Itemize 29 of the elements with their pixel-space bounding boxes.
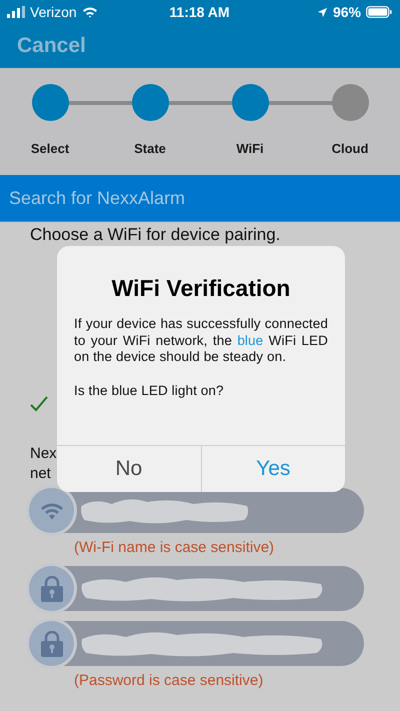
clock-time: 11:18 AM [169, 4, 230, 20]
lock-icon [40, 630, 62, 656]
wifi-icon [82, 6, 98, 18]
cancel-button[interactable]: Cancel [17, 34, 86, 58]
dialog-button[interactable]: Yes [200, 446, 345, 492]
section-heading: Choose a WiFi for device pairing. [30, 225, 282, 244]
battery-icon [366, 6, 392, 18]
input-field[interactable] [30, 621, 364, 666]
signal-icon [7, 6, 25, 18]
location-arrow-icon [316, 6, 328, 18]
search-bar[interactable]: Search for NexxAlarm [0, 175, 400, 222]
input-field[interactable] [30, 488, 364, 533]
input-field[interactable] [30, 566, 364, 611]
carrier-name: Verizon [30, 4, 77, 20]
step-label: Select [30, 141, 70, 156]
lock-icon [40, 576, 62, 602]
battery-percent: 96% [332, 4, 361, 20]
note-text: Nex [30, 444, 57, 464]
dialog-button[interactable]: No [57, 446, 200, 492]
step-label: WiFi [236, 141, 264, 156]
step-label: Cloud [332, 141, 368, 156]
step-label: State [134, 141, 166, 156]
hint-text: (Password is case sensitive) [73, 671, 264, 689]
dialog-title: WiFi Verification [110, 275, 292, 302]
note-text: net [30, 464, 51, 484]
wifi-icon [40, 500, 64, 520]
hint-text: (Wi-Fi name is case sensitive) [73, 538, 276, 556]
dialog-message: If your device has successfully connected to your WiFi network, the blue WiFi LED on the device should be steady on. [74, 316, 328, 366]
dialog-question: Is the blue LED light on? [74, 383, 225, 400]
